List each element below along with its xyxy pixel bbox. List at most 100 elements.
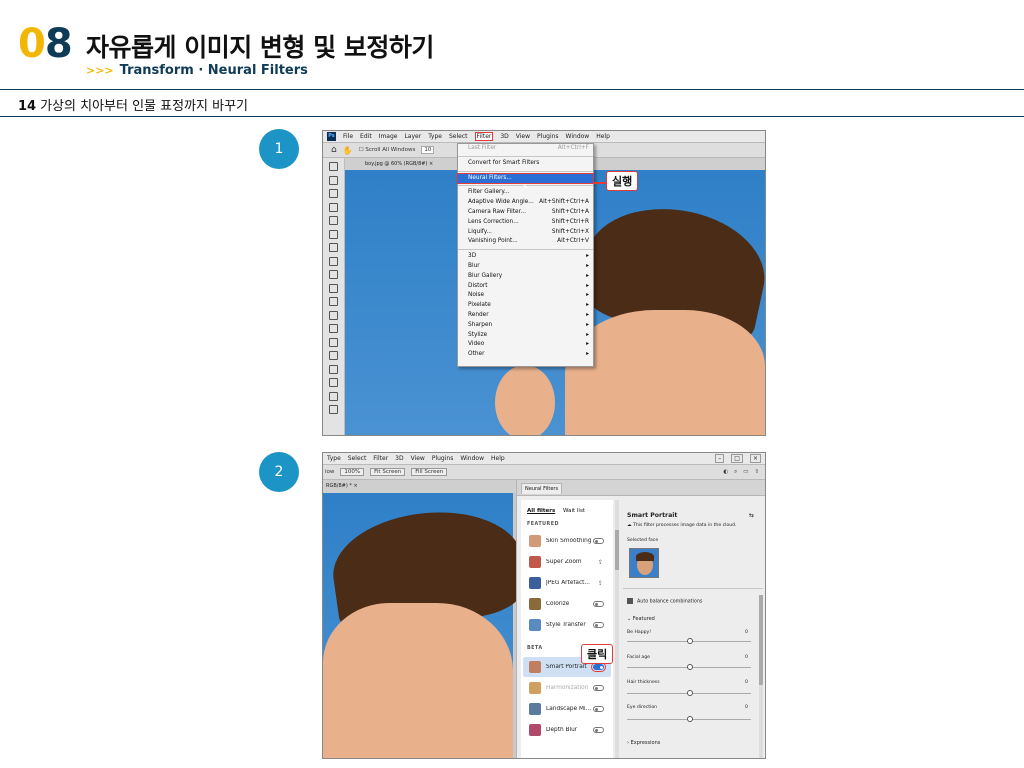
filter-list-scrollbar[interactable]: [615, 500, 619, 758]
menu-window[interactable]: Window: [566, 133, 590, 140]
menu-item-adaptive-wide-angle[interactable]: Adaptive Wide Angle... Alt+Shift+Ctrl+A: [458, 198, 593, 208]
menu-item-submenu[interactable]: Pixelate ▸: [458, 301, 593, 311]
close-tab-icon[interactable]: ×: [353, 483, 357, 489]
menu-item-submenu[interactable]: Blur Gallery ▸: [458, 272, 593, 282]
expressions-section-toggle[interactable]: › Expressions: [627, 740, 660, 746]
slider-knob[interactable]: [687, 664, 693, 670]
workspace-icon[interactable]: ▭: [743, 469, 748, 475]
filter-toggle[interactable]: [593, 601, 604, 607]
menu-item-submenu[interactable]: Blur ▸: [458, 262, 593, 272]
slider-track[interactable]: [627, 664, 751, 670]
marquee-tool-icon[interactable]: [329, 175, 338, 185]
filter-item[interactable]: Style Transfer: [523, 615, 611, 635]
filter-item[interactable]: Super Zoom ⇪: [523, 552, 611, 572]
brush-tool-icon[interactable]: [329, 270, 338, 279]
slider-track[interactable]: [627, 638, 751, 644]
filter-toggle[interactable]: [593, 706, 604, 712]
slider-knob[interactable]: [687, 638, 693, 644]
menu-item-camera-raw[interactable]: Camera Raw Filter... Shift+Ctrl+A: [458, 208, 593, 218]
filter-toggle[interactable]: [593, 622, 604, 628]
menu-item-vanishing-point[interactable]: Vanishing Point... Alt+Ctrl+V: [458, 237, 593, 247]
menu-view[interactable]: View: [411, 455, 425, 462]
cloud-download-icon[interactable]: ⇪: [598, 580, 603, 587]
close-tab-icon[interactable]: ×: [429, 161, 433, 167]
search-icon[interactable]: ⌕: [734, 469, 737, 476]
menu-plugins[interactable]: Plugins: [537, 133, 559, 140]
dodge-tool-icon[interactable]: [329, 351, 338, 360]
tab-wait-list[interactable]: Wait list: [563, 508, 585, 514]
filter-toggle[interactable]: [591, 662, 606, 672]
menu-3d[interactable]: 3D: [500, 133, 508, 140]
selected-face-thumbnail[interactable]: [629, 548, 659, 578]
featured-section-toggle[interactable]: ⌄ Featured: [627, 616, 655, 622]
paint-bucket-tool-icon[interactable]: [329, 324, 338, 333]
menu-layer[interactable]: Layer: [404, 133, 421, 140]
menu-type[interactable]: Type: [428, 133, 442, 140]
scroll-all-checkbox[interactable]: ☐ Scroll All Windows: [359, 147, 416, 153]
menu-file[interactable]: File: [343, 133, 353, 140]
menu-image[interactable]: Image: [379, 133, 398, 140]
eyedropper-tool-icon[interactable]: [329, 243, 338, 252]
menu-item-submenu[interactable]: 3D ▸: [458, 252, 593, 262]
path-select-tool-icon[interactable]: [329, 391, 338, 401]
detail-scrollbar[interactable]: [759, 595, 763, 758]
menu-item-submenu[interactable]: Distort ▸: [458, 282, 593, 292]
home-icon[interactable]: ⌂: [331, 145, 337, 155]
menu-filter[interactable]: Filter: [373, 455, 388, 462]
slider-track[interactable]: [627, 716, 751, 722]
rectangle-tool-icon[interactable]: [329, 405, 338, 414]
pen-tool-icon[interactable]: [329, 364, 338, 374]
eraser-tool-icon[interactable]: [329, 310, 338, 320]
maximize-button[interactable]: □: [731, 454, 743, 463]
menu-item-liquify[interactable]: Liquify... Shift+Ctrl+X: [458, 228, 593, 238]
filter-item[interactable]: Harmonization: [523, 678, 611, 698]
filter-item[interactable]: Colorize: [523, 594, 611, 614]
menu-select[interactable]: Select: [348, 455, 367, 462]
menu-type[interactable]: Type: [327, 455, 341, 462]
menu-item-filter-gallery[interactable]: Filter Gallery...: [458, 188, 593, 198]
menu-select[interactable]: Select: [449, 133, 468, 140]
menu-item-submenu[interactable]: Sharpen ▸: [458, 321, 593, 331]
menu-filter[interactable]: Filter: [474, 132, 494, 141]
hand-tool-icon[interactable]: ✋: [343, 146, 353, 155]
minimize-button[interactable]: –: [715, 454, 725, 463]
panel-tab-neural-filters[interactable]: Neural Filters: [521, 483, 563, 494]
auto-balance-checkbox[interactable]: Auto balance combinations: [627, 598, 702, 605]
menu-window[interactable]: Window: [460, 455, 484, 462]
blur-tool-icon[interactable]: [329, 337, 338, 347]
fill-screen-button[interactable]: Fill Screen: [411, 468, 448, 476]
filter-toggle[interactable]: [593, 727, 604, 733]
share-icon[interactable]: ⇧: [754, 469, 759, 475]
crop-tool-icon[interactable]: [329, 216, 338, 225]
slider-track[interactable]: [627, 690, 751, 696]
menu-item-submenu[interactable]: Render ▸: [458, 311, 593, 321]
object-select-tool-icon[interactable]: [329, 202, 338, 212]
healing-tool-icon[interactable]: [329, 256, 338, 266]
zoom-field[interactable]: 10: [421, 146, 435, 154]
tab-all-filters[interactable]: All filters: [527, 508, 555, 514]
filter-item[interactable]: Landscape Mi...: [523, 699, 611, 719]
slider-knob[interactable]: [687, 690, 693, 696]
filter-item[interactable]: JPEG Artefact... ⇪: [523, 573, 611, 593]
move-tool-icon[interactable]: [329, 162, 338, 171]
filter-item[interactable]: Depth Blur: [523, 720, 611, 740]
fit-screen-button[interactable]: Fit Screen: [370, 468, 406, 476]
menu-item-submenu[interactable]: Noise ▸: [458, 291, 593, 301]
type-tool-icon[interactable]: [329, 378, 338, 387]
slider-knob[interactable]: [687, 716, 693, 722]
reset-icon[interactable]: ⇆: [749, 512, 754, 519]
stamp-tool-icon[interactable]: [329, 283, 338, 293]
frame-tool-icon[interactable]: [329, 229, 338, 239]
menu-view[interactable]: View: [516, 133, 530, 140]
menu-plugins[interactable]: Plugins: [432, 455, 454, 462]
zoom-100-button[interactable]: 100%: [340, 468, 365, 476]
menu-item-convert-smart-filters[interactable]: Convert for Smart Filters: [458, 159, 593, 169]
menu-edit[interactable]: Edit: [360, 133, 372, 140]
filter-toggle[interactable]: [593, 685, 604, 691]
menu-help[interactable]: Help: [596, 133, 610, 140]
close-window-button[interactable]: ×: [749, 454, 761, 463]
cloud-download-icon[interactable]: ⇪: [598, 559, 603, 566]
cloud-docs-icon[interactable]: ◐: [723, 469, 728, 475]
history-brush-tool-icon[interactable]: [329, 297, 338, 306]
menu-item-lens-correction[interactable]: Lens Correction... Shift+Ctrl+R: [458, 218, 593, 228]
